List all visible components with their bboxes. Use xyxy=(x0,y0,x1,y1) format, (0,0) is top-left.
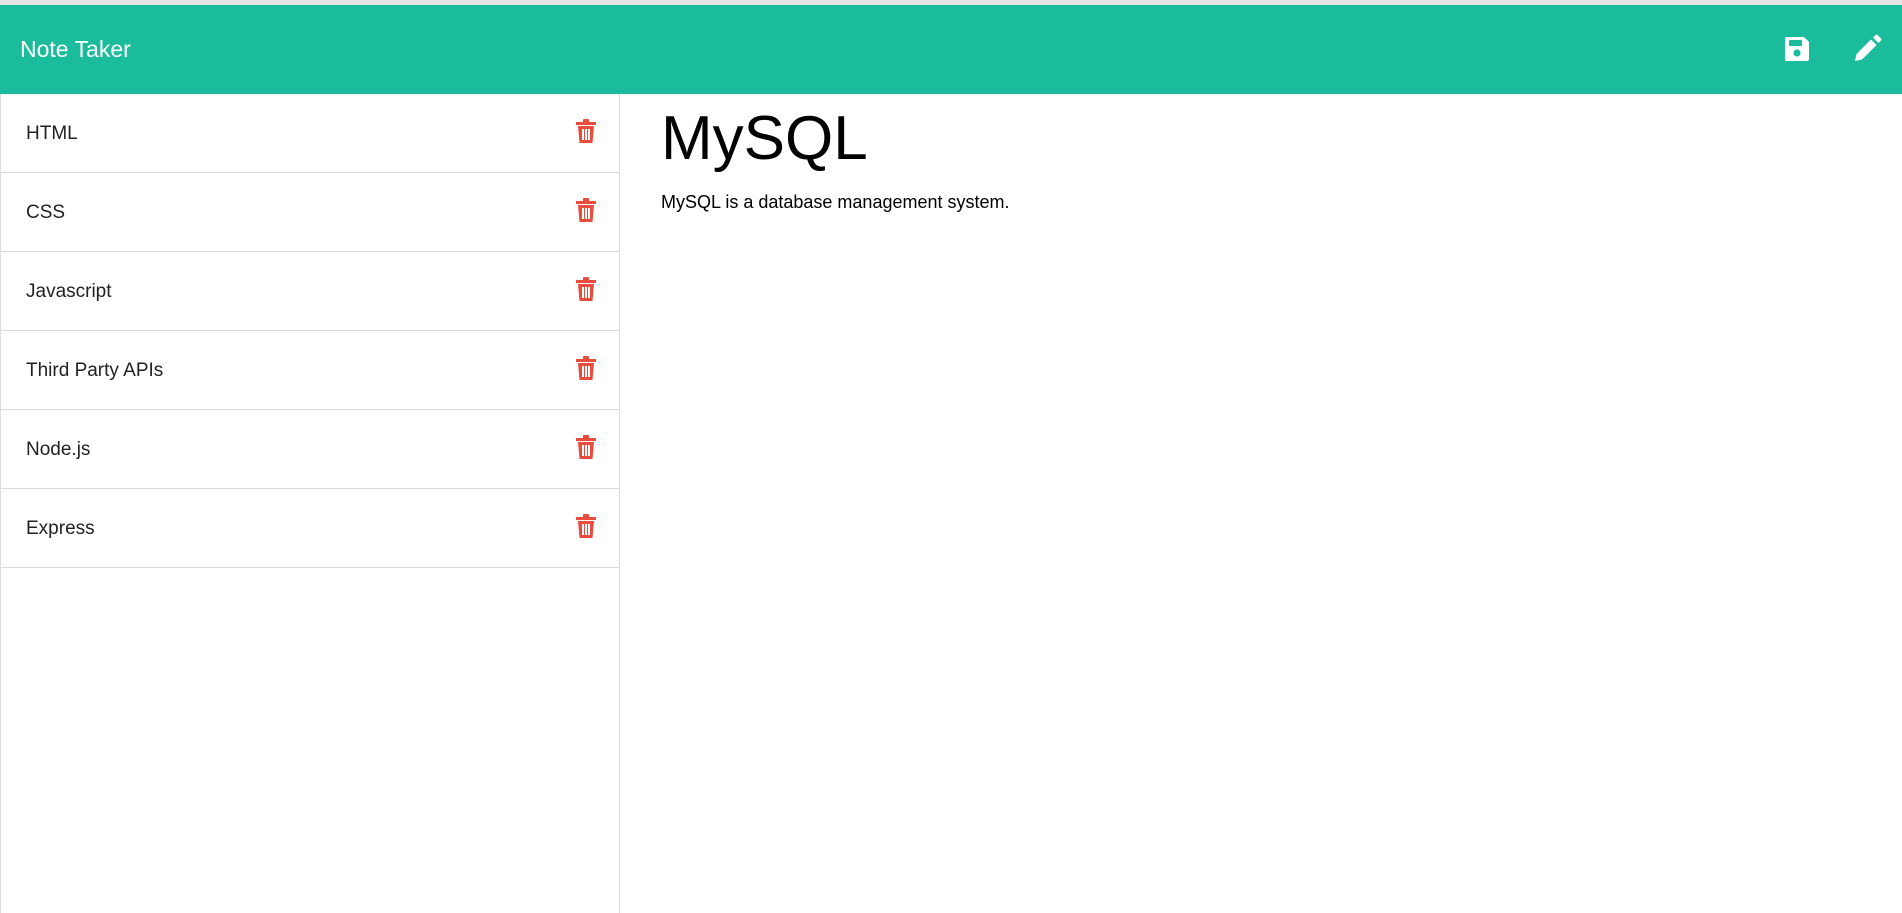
trash-icon xyxy=(576,119,596,143)
note-list-item-title[interactable]: Node.js xyxy=(26,410,90,489)
navbar: Note Taker xyxy=(0,5,1902,94)
note-list-item[interactable]: CSS xyxy=(1,173,619,252)
note-list-item[interactable]: Javascript xyxy=(1,252,619,331)
delete-note-button[interactable] xyxy=(572,274,600,304)
note-list-item-title[interactable]: HTML xyxy=(26,94,78,173)
delete-note-button[interactable] xyxy=(572,353,600,383)
note-list-item-title[interactable]: CSS xyxy=(26,173,65,252)
floppy-disk-icon xyxy=(1785,37,1809,61)
app-brand[interactable]: Note Taker xyxy=(20,5,131,94)
note-list-item-title[interactable]: Third Party APIs xyxy=(26,331,163,410)
note-list-item[interactable]: HTML xyxy=(1,94,619,173)
note-editor: MySQL MySQL is a database management sys… xyxy=(620,94,1902,913)
note-list-item[interactable]: Third Party APIs xyxy=(1,331,619,410)
new-note-button[interactable] xyxy=(1848,30,1886,68)
notes-sidebar: HTML CSS Javascript Third Party APIs Nod… xyxy=(0,94,620,913)
delete-note-button[interactable] xyxy=(572,116,600,146)
delete-note-button[interactable] xyxy=(572,511,600,541)
note-list-item-title[interactable]: Javascript xyxy=(26,252,112,331)
trash-icon xyxy=(576,514,596,538)
delete-note-button[interactable] xyxy=(572,432,600,462)
note-text-field[interactable]: MySQL is a database management system. xyxy=(661,192,1010,213)
trash-icon xyxy=(576,198,596,222)
trash-icon xyxy=(576,277,596,301)
note-list-item[interactable]: Node.js xyxy=(1,410,619,489)
note-list-item[interactable]: Express xyxy=(1,489,619,568)
pencil-icon xyxy=(1855,34,1882,61)
trash-icon xyxy=(576,356,596,380)
trash-icon xyxy=(576,435,596,459)
delete-note-button[interactable] xyxy=(572,195,600,225)
note-list-item-title[interactable]: Express xyxy=(26,489,95,568)
save-note-button[interactable] xyxy=(1778,30,1816,68)
note-list: HTML CSS Javascript Third Party APIs Nod… xyxy=(1,94,619,568)
note-title-field[interactable]: MySQL xyxy=(661,102,868,176)
